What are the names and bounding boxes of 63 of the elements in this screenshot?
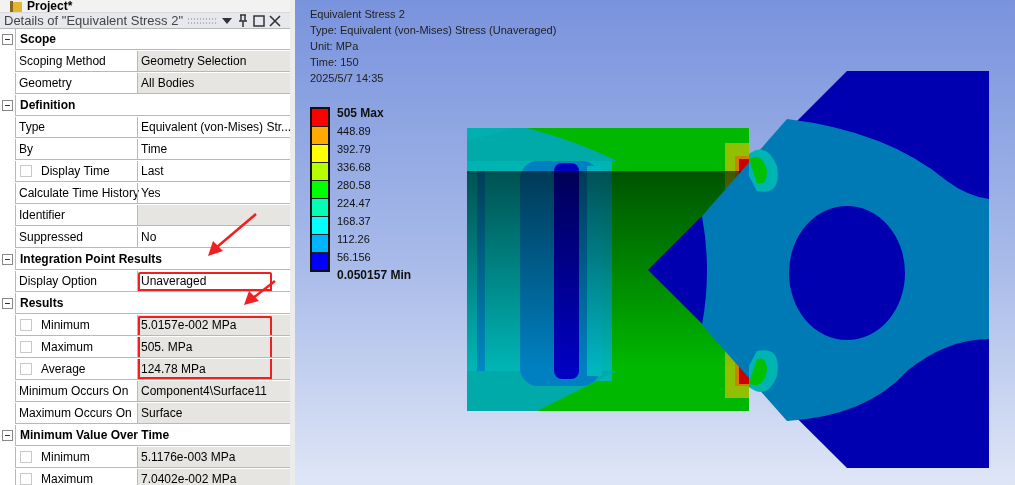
property-label: Maximum [41, 340, 93, 354]
collapse-toggle[interactable] [2, 254, 13, 265]
property-value: Time [137, 139, 290, 160]
maximize-icon[interactable] [253, 14, 266, 27]
property-value: 124.78 MPa [137, 359, 290, 380]
property-value: Yes [137, 183, 290, 204]
legend-value: 56.156 [337, 250, 372, 265]
legend-value: 280.58 [337, 178, 372, 193]
legend-min-label: 0.050157 Min [337, 267, 412, 284]
close-icon[interactable] [269, 14, 282, 27]
property-value: 505. MPa [137, 337, 290, 358]
property-value: Last [137, 161, 290, 182]
result-info-line: Time: 150 [310, 55, 360, 70]
checkbox[interactable] [20, 341, 32, 353]
property-value: Component4\Surface11 [137, 381, 290, 402]
collapse-toggle[interactable] [2, 34, 13, 45]
property-label: Maximum [41, 472, 93, 485]
pin-icon[interactable] [237, 14, 250, 27]
collapse-toggle[interactable] [2, 100, 13, 111]
legend-value: 448.89 [337, 124, 372, 139]
property-label: Minimum [41, 318, 90, 332]
property-label: Minimum [41, 450, 90, 464]
result-info-line: Type: Equivalent (von-Mises) Stress (Unaveraged) [310, 23, 558, 38]
details-title: Details of "Equivalent Stress 2" [4, 13, 184, 28]
property-label: Calculate Time History [15, 183, 137, 204]
section-header[interactable]: Definition [15, 95, 290, 116]
legend-max-label: 505 Max [337, 105, 385, 122]
grip-icon [187, 16, 218, 25]
property-label: Display Option [15, 271, 137, 292]
property-label: Type [15, 117, 137, 138]
section-header[interactable]: Minimum Value Over Time [15, 425, 290, 446]
collapse-toggle[interactable] [2, 298, 13, 309]
legend-value: 224.47 [337, 196, 372, 211]
property-value: Equivalent (von-Mises) Str... [137, 117, 290, 138]
property-value: 5.1176e-003 MPa [137, 447, 290, 468]
collapse-toggle[interactable] [2, 430, 13, 441]
checkbox[interactable] [20, 363, 32, 375]
property-label: Average [41, 362, 86, 376]
property-label: By [15, 139, 137, 160]
result-info-line: 2025/5/7 14:35 [310, 71, 385, 86]
legend-value: 168.37 [337, 214, 372, 229]
folder-icon [10, 0, 22, 12]
annotation-arrow [208, 213, 257, 256]
legend-value: 336.68 [337, 160, 372, 175]
legend-value: 112.26 [337, 232, 371, 247]
legend-value: 392.79 [337, 142, 372, 157]
result-info-line: Unit: MPa [310, 39, 360, 54]
checkbox[interactable] [20, 451, 32, 463]
checkbox[interactable] [20, 473, 32, 485]
project-title: Project* [27, 0, 73, 12]
checkbox[interactable] [20, 319, 32, 331]
property-value: 5.0157e-002 MPa [137, 315, 290, 336]
annotation-arrow [244, 280, 276, 305]
property-value: Geometry Selection [137, 51, 290, 72]
property-value: 7.0402e-002 MPa [137, 469, 290, 485]
property-value: Unaveraged [137, 271, 290, 292]
checkbox[interactable] [20, 165, 32, 177]
property-value: Surface [137, 403, 290, 424]
section-header[interactable]: Scope [15, 29, 290, 50]
property-label: Suppressed [15, 227, 137, 248]
result-info-line: Equivalent Stress 2 [310, 7, 406, 22]
property-value: All Bodies [137, 73, 290, 94]
property-label: Display Time [41, 164, 110, 178]
